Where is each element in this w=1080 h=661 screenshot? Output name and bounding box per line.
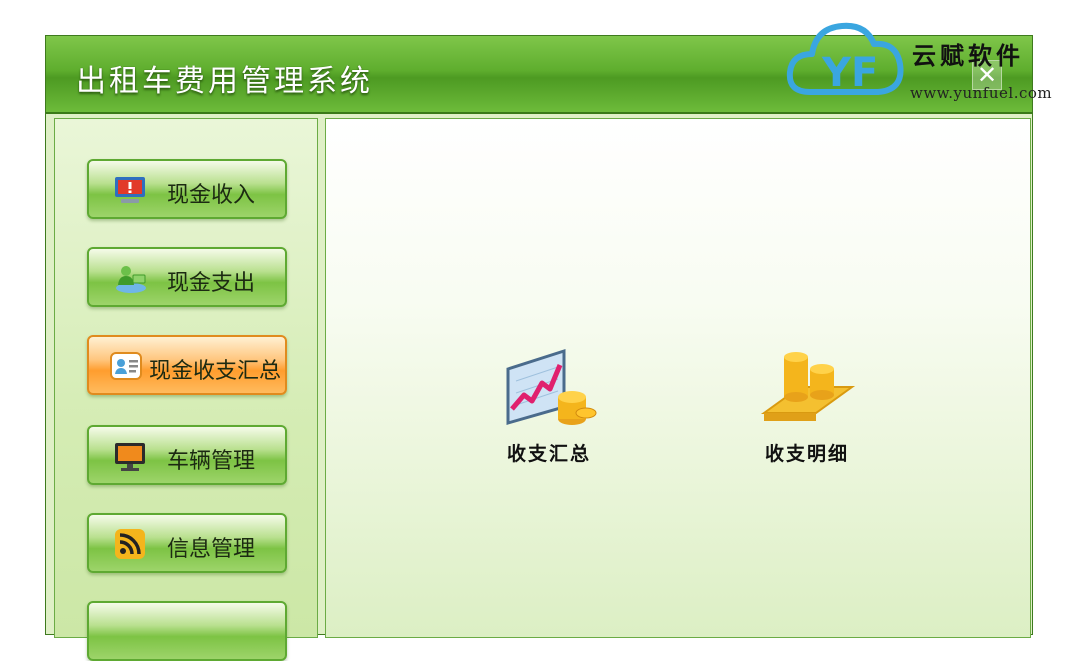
summary-tile-label: 收支汇总 xyxy=(506,443,591,465)
rss-feed-icon xyxy=(115,529,145,559)
contact-card-icon xyxy=(110,352,142,380)
logo-letters: YF xyxy=(821,50,878,96)
watermark-brand: 云赋软件 xyxy=(912,42,1024,70)
app-window: 出租车费用管理系统 ✕ 现金收入 现金支出 现金收支汇总 车辆管理 信息管理 收… xyxy=(45,35,1033,661)
sidebar-item-info-management[interactable]: 信息管理 xyxy=(87,513,287,573)
sidebar-item-label: 现金收入 xyxy=(167,183,256,208)
sidebar-item-cash-summary[interactable]: 现金收支汇总 xyxy=(87,335,287,395)
monitor-alert-icon xyxy=(115,177,145,203)
summary-tile[interactable]: 收支汇总 xyxy=(474,347,604,465)
sidebar-item-vehicle-management[interactable]: 车辆管理 xyxy=(87,425,287,485)
sidebar-item-cash-income[interactable]: 现金收入 xyxy=(87,159,287,219)
person-money-icon xyxy=(116,266,146,293)
detail-tile-label: 收支明细 xyxy=(764,443,849,465)
sidebar-item-cash-expense[interactable]: 现金支出 xyxy=(87,247,287,307)
watermark: YF 云赋软件 www.yunfuel.com xyxy=(786,14,1080,110)
sidebar-item-label: 信息管理 xyxy=(167,537,256,562)
detail-tile[interactable]: 收支明细 xyxy=(732,347,862,465)
sidebar-item-label: 现金支出 xyxy=(167,271,256,296)
watermark-url: www.yunfuel.com xyxy=(910,84,1053,102)
cloud-logo-icon: YF xyxy=(786,22,904,96)
sidebar-item-label: 车辆管理 xyxy=(167,449,256,474)
main-content: 收支汇总 收支明细 xyxy=(325,118,1031,638)
sidebar: 现金收入 现金支出 现金收支汇总 车辆管理 信息管理 xyxy=(54,118,318,661)
computer-monitor-icon xyxy=(115,443,145,471)
coin-stacks-icon xyxy=(760,352,856,421)
sidebar-item-more[interactable] xyxy=(87,601,287,661)
sidebar-item-label: 现金收支汇总 xyxy=(149,359,282,384)
app-title: 出租车费用管理系统 xyxy=(76,64,373,99)
chart-coins-icon xyxy=(506,348,597,425)
